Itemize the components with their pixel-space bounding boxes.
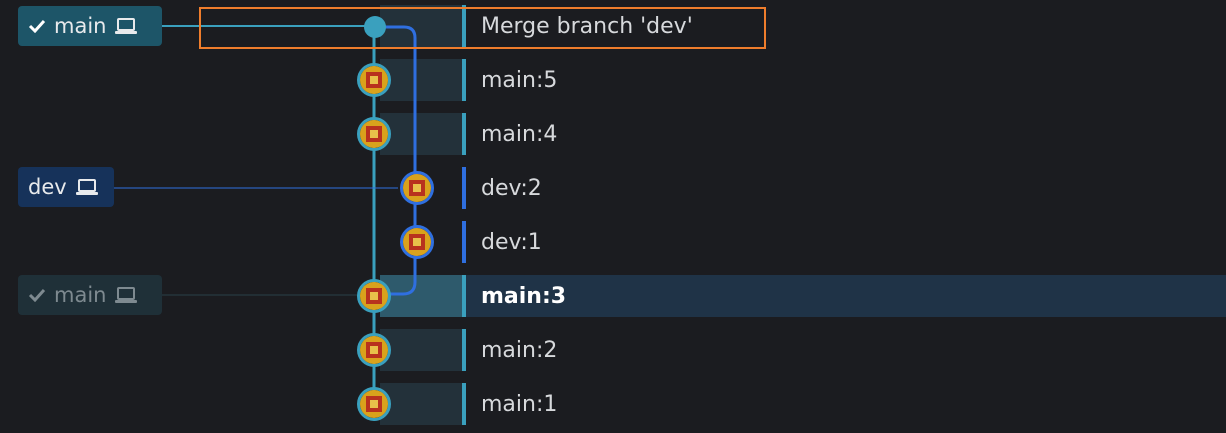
check-icon	[28, 19, 46, 33]
laptop-icon	[115, 18, 138, 34]
commit-graph	[114, 16, 417, 405]
author-avatar	[357, 117, 391, 151]
highlight-box	[199, 7, 766, 49]
author-avatar	[357, 63, 391, 97]
author-avatar	[357, 333, 391, 367]
branch-label: dev	[28, 175, 67, 199]
laptop-icon	[115, 287, 138, 303]
author-avatar	[400, 225, 434, 259]
branch-tag-dev[interactable]: dev	[18, 167, 114, 207]
author-avatar	[357, 387, 391, 421]
laptop-icon	[75, 179, 98, 195]
author-avatar	[400, 171, 434, 205]
check-icon	[28, 288, 46, 302]
branch-tag-main[interactable]: main	[18, 6, 162, 46]
author-avatar	[357, 279, 391, 313]
branch-label: main	[54, 14, 107, 38]
branch-tag-main-previous[interactable]: main	[18, 275, 162, 315]
branch-label: main	[54, 283, 107, 307]
